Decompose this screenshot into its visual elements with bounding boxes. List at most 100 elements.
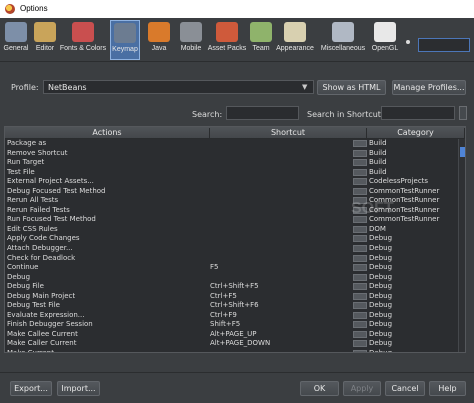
table-body: Package as Build Remove Shortcut Build Run T… — [5, 139, 458, 352]
action-cell: Rerun Failed Tests — [7, 205, 70, 214]
action-cell: Rerun All Tests — [7, 196, 59, 205]
shortcut-edit-button[interactable] — [353, 302, 367, 310]
shortcut-cell[interactable]: Alt+PAGE_UP — [210, 330, 256, 340]
category-cell: Debug — [369, 244, 393, 253]
table-row[interactable]: Attach Debugger... Debug — [5, 244, 458, 254]
export-button[interactable]: Export... — [10, 381, 52, 396]
action-cell: Evaluate Expression... — [7, 310, 85, 319]
column-header-category[interactable]: Category — [367, 128, 465, 139]
table-row[interactable]: Apply Code Changes Debug — [5, 234, 458, 244]
show-as-html-button[interactable]: Show as HTML — [317, 80, 386, 95]
shortcut-cell[interactable]: Alt+PAGE_DOWN — [210, 339, 270, 349]
action-cell: Package as — [7, 139, 47, 147]
category-cell: Debug — [369, 253, 393, 262]
table-row[interactable]: Edit CSS Rules DOM — [5, 225, 458, 235]
shortcut-edit-button[interactable] — [353, 264, 367, 272]
table-row[interactable]: Make Current Debug — [5, 349, 458, 352]
table-row[interactable]: Remove Shortcut Build — [5, 149, 458, 159]
shortcut-edit-button[interactable] — [353, 273, 367, 281]
shortcut-edit-button[interactable] — [353, 340, 367, 348]
table-row[interactable]: External Project Assets... CodelessProjec… — [5, 177, 458, 187]
shortcut-edit-button[interactable] — [353, 187, 367, 195]
table-row[interactable]: Evaluate Expression... Ctrl+F9 Debug — [5, 311, 458, 321]
shortcut-cell[interactable]: Ctrl+F5 — [210, 292, 237, 302]
shortcut-edit-button[interactable] — [353, 235, 367, 243]
watermark: SOFT — [351, 200, 394, 217]
table-row[interactable]: Debug File Ctrl+Shift+F5 Debug — [5, 282, 458, 292]
shortcut-cell[interactable]: F5 — [210, 263, 218, 273]
footer-divider — [0, 372, 474, 373]
action-cell: Finish Debugger Session — [7, 320, 93, 329]
toolbar-miscellaneous-button[interactable]: Miscellaneous — [318, 20, 368, 60]
ok-button[interactable]: OK — [300, 381, 339, 396]
column-header-shortcut[interactable]: Shortcut — [210, 128, 367, 139]
toolbar-keymap-button[interactable]: Keymap — [110, 20, 140, 60]
toolbar-label: Team — [252, 45, 270, 52]
shortcut-edit-button[interactable] — [353, 283, 367, 291]
shortcut-edit-button[interactable] — [353, 350, 367, 352]
shortcut-edit-button[interactable] — [353, 225, 367, 233]
chevron-down-icon: ▼ — [302, 83, 308, 91]
table-row[interactable]: Debug Debug — [5, 273, 458, 283]
toolbar-label: Fonts & Colors — [59, 45, 107, 52]
toolbar-mobile-button[interactable]: Mobile — [178, 20, 204, 60]
search-shortcuts-input[interactable] — [381, 106, 455, 120]
toolbar-fonts-colors-button[interactable]: Fonts & Colors — [58, 20, 108, 60]
toolbar-team-button[interactable]: Team — [250, 20, 272, 60]
shortcut-edit-button[interactable] — [353, 168, 367, 176]
toolbar-asset-packs-button[interactable]: Asset Packs — [206, 20, 248, 60]
shortcut-cell[interactable]: Ctrl+Shift+F6 — [210, 301, 259, 311]
table-row[interactable]: Test File Build — [5, 168, 458, 178]
table-row[interactable]: Package as Build — [5, 139, 458, 149]
table-row[interactable]: Check for Deadlock Debug — [5, 254, 458, 264]
shortcut-edit-button[interactable] — [353, 330, 367, 338]
import-button[interactable]: Import... — [57, 381, 100, 396]
category-cell: Debug — [369, 282, 393, 291]
shortcut-edit-button[interactable] — [353, 292, 367, 300]
apply-button[interactable]: Apply — [343, 381, 381, 396]
table-row[interactable]: Debug Main Project Ctrl+F5 Debug — [5, 292, 458, 302]
manage-profiles-button[interactable]: Manage Profiles... — [392, 80, 466, 95]
shortcut-edit-button[interactable] — [353, 311, 367, 319]
shortcut-cell[interactable]: Ctrl+Shift+F5 — [210, 282, 259, 292]
table-row[interactable]: Debug Focused Test Method CommonTestRunne… — [5, 187, 458, 197]
table-row[interactable]: Debug Test File Ctrl+Shift+F6 Debug — [5, 301, 458, 311]
shortcut-cell[interactable]: Shift+F5 — [210, 320, 240, 330]
shortcut-edit-button[interactable] — [353, 140, 367, 147]
profile-select[interactable]: NetBeans ▼ — [43, 80, 314, 94]
action-cell: Edit CSS Rules — [7, 224, 58, 233]
table-row[interactable]: Make Caller Current Alt+PAGE_DOWN Debug — [5, 339, 458, 349]
toolbar-editor-button[interactable]: Editor — [34, 20, 56, 60]
shortcut-cell[interactable]: Ctrl+F9 — [210, 311, 237, 321]
shortcut-edit-button[interactable] — [353, 254, 367, 262]
more-icon[interactable] — [459, 106, 467, 120]
column-header-actions[interactable]: Actions — [5, 128, 210, 139]
toolbar-general-button[interactable]: General — [2, 20, 30, 60]
table-row[interactable]: Finish Debugger Session Shift+F5 Debug — [5, 320, 458, 330]
category-cell: Debug — [369, 339, 393, 348]
shortcut-edit-button[interactable] — [353, 321, 367, 329]
cancel-button[interactable]: Cancel — [385, 381, 425, 396]
shortcut-edit-button[interactable] — [353, 178, 367, 186]
options-search-input[interactable] — [418, 38, 470, 52]
search-input[interactable] — [226, 106, 299, 120]
category-cell: Debug — [369, 349, 392, 352]
vertical-scrollbar[interactable] — [458, 139, 465, 352]
shortcut-edit-button[interactable] — [353, 149, 367, 157]
table-row[interactable]: Make Callee Current Alt+PAGE_UP Debug — [5, 330, 458, 340]
shortcut-edit-button[interactable] — [353, 245, 367, 253]
toolbar-opengl-button[interactable]: OpenGL — [370, 20, 400, 60]
toolbar-java-button[interactable]: Java — [146, 20, 172, 60]
scrollbar-thumb[interactable] — [460, 147, 465, 157]
toolbar-appearance-button[interactable]: Appearance — [274, 20, 316, 60]
action-cell: Continue — [7, 263, 39, 272]
help-button[interactable]: Help — [429, 381, 466, 396]
search-shortcuts-label: Search in Shortcuts: — [307, 110, 388, 119]
shortcut-edit-button[interactable] — [353, 159, 367, 167]
action-cell: Apply Code Changes — [7, 234, 80, 243]
table-row[interactable]: Run Target Build — [5, 158, 458, 168]
action-cell: Make Caller Current — [7, 339, 77, 348]
table-row[interactable]: Continue F5 Debug — [5, 263, 458, 273]
category-cell: Debug — [369, 310, 393, 319]
general-icon — [5, 22, 27, 42]
